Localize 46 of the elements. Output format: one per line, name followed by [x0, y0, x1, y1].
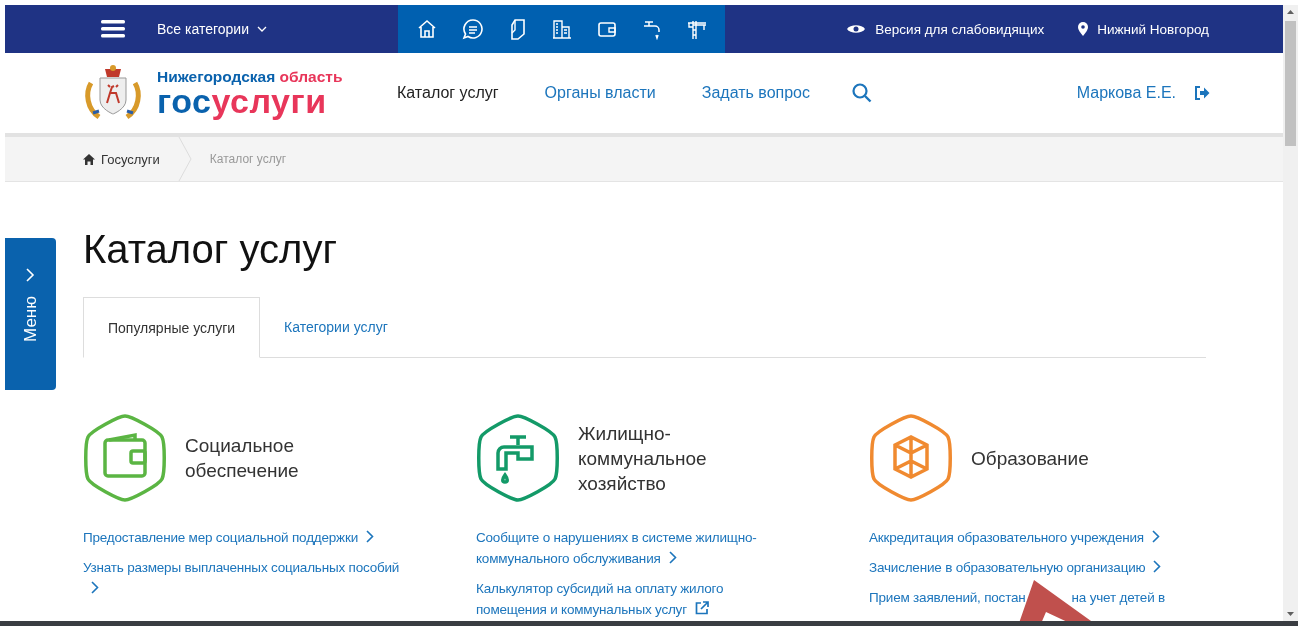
service-link[interactable]: Прием заявлений, постан на учет детей в — [869, 587, 1206, 608]
chevron-right-icon — [1151, 530, 1160, 543]
menu-icon[interactable] — [101, 20, 125, 38]
service-link[interactable]: Аккредитация образовательного учреждения — [869, 527, 1206, 548]
category-title[interactable]: Социальное обеспечение — [185, 433, 345, 483]
category-title[interactable]: Образование — [971, 445, 1131, 471]
eye-icon — [846, 23, 867, 35]
chevron-right-icon — [366, 530, 374, 543]
nav-link[interactable]: Каталог услуг — [397, 84, 499, 102]
user-name-link[interactable]: Маркова Е.Е. — [1076, 84, 1176, 102]
categories-dropdown[interactable]: Все категории — [157, 21, 267, 37]
service-link[interactable]: Зачисление в образовательную организацию — [869, 557, 1206, 578]
chevron-right-icon — [1153, 560, 1162, 573]
caret-icon — [257, 26, 267, 32]
service-link[interactable]: Калькулятор субсидий на оплату жилого помещения и коммунальных услуг — [476, 578, 794, 620]
page-title: Каталог услуг — [83, 226, 338, 273]
nav-link[interactable]: Задать вопрос — [701, 84, 810, 102]
home-icon — [83, 153, 95, 165]
crane-icon[interactable] — [686, 18, 707, 40]
accessibility-link[interactable]: Версия для слабовидящих — [846, 21, 1045, 37]
buildings-icon[interactable] — [551, 19, 572, 39]
external-link-icon — [694, 601, 709, 615]
search-icon[interactable] — [852, 83, 872, 103]
service-link[interactable]: Сообщите о нарушениях в системе жилищно-коммунального обслуживания — [476, 527, 794, 569]
nav-link[interactable]: Органы власти — [544, 84, 656, 102]
wallet-icon[interactable] — [596, 19, 617, 39]
logout-icon[interactable] — [1194, 86, 1210, 100]
logo-region-text: Нижегородская область — [157, 69, 343, 85]
faucet-icon[interactable] — [641, 18, 662, 40]
service-link[interactable]: Узнать размеры выплаченных социальных пособий — [83, 557, 401, 599]
house-icon[interactable] — [416, 19, 437, 39]
breadcrumb-link[interactable]: Госуслуги — [83, 151, 160, 167]
tab[interactable]: Популярные услуги — [83, 297, 261, 358]
city-link[interactable]: Нижний Новгород — [1078, 21, 1209, 37]
chat-icon[interactable] — [461, 18, 484, 40]
scrollbar[interactable] — [1283, 5, 1298, 621]
chevron-right-icon — [668, 551, 677, 564]
document-icon[interactable] — [508, 18, 527, 40]
side-menu-tab[interactable]: Меню — [5, 238, 56, 390]
service-link[interactable]: Предоставление мер социальной поддержки — [83, 527, 401, 548]
chevron-right-icon — [26, 268, 35, 282]
scroll-thumb[interactable] — [1285, 21, 1296, 146]
location-pin-icon — [1078, 22, 1089, 36]
chevron-right-icon — [91, 581, 99, 594]
breadcrumb-current: Каталог услуг — [209, 152, 287, 166]
category-title[interactable]: Жилищно-коммунальное хозяйство — [578, 420, 738, 496]
